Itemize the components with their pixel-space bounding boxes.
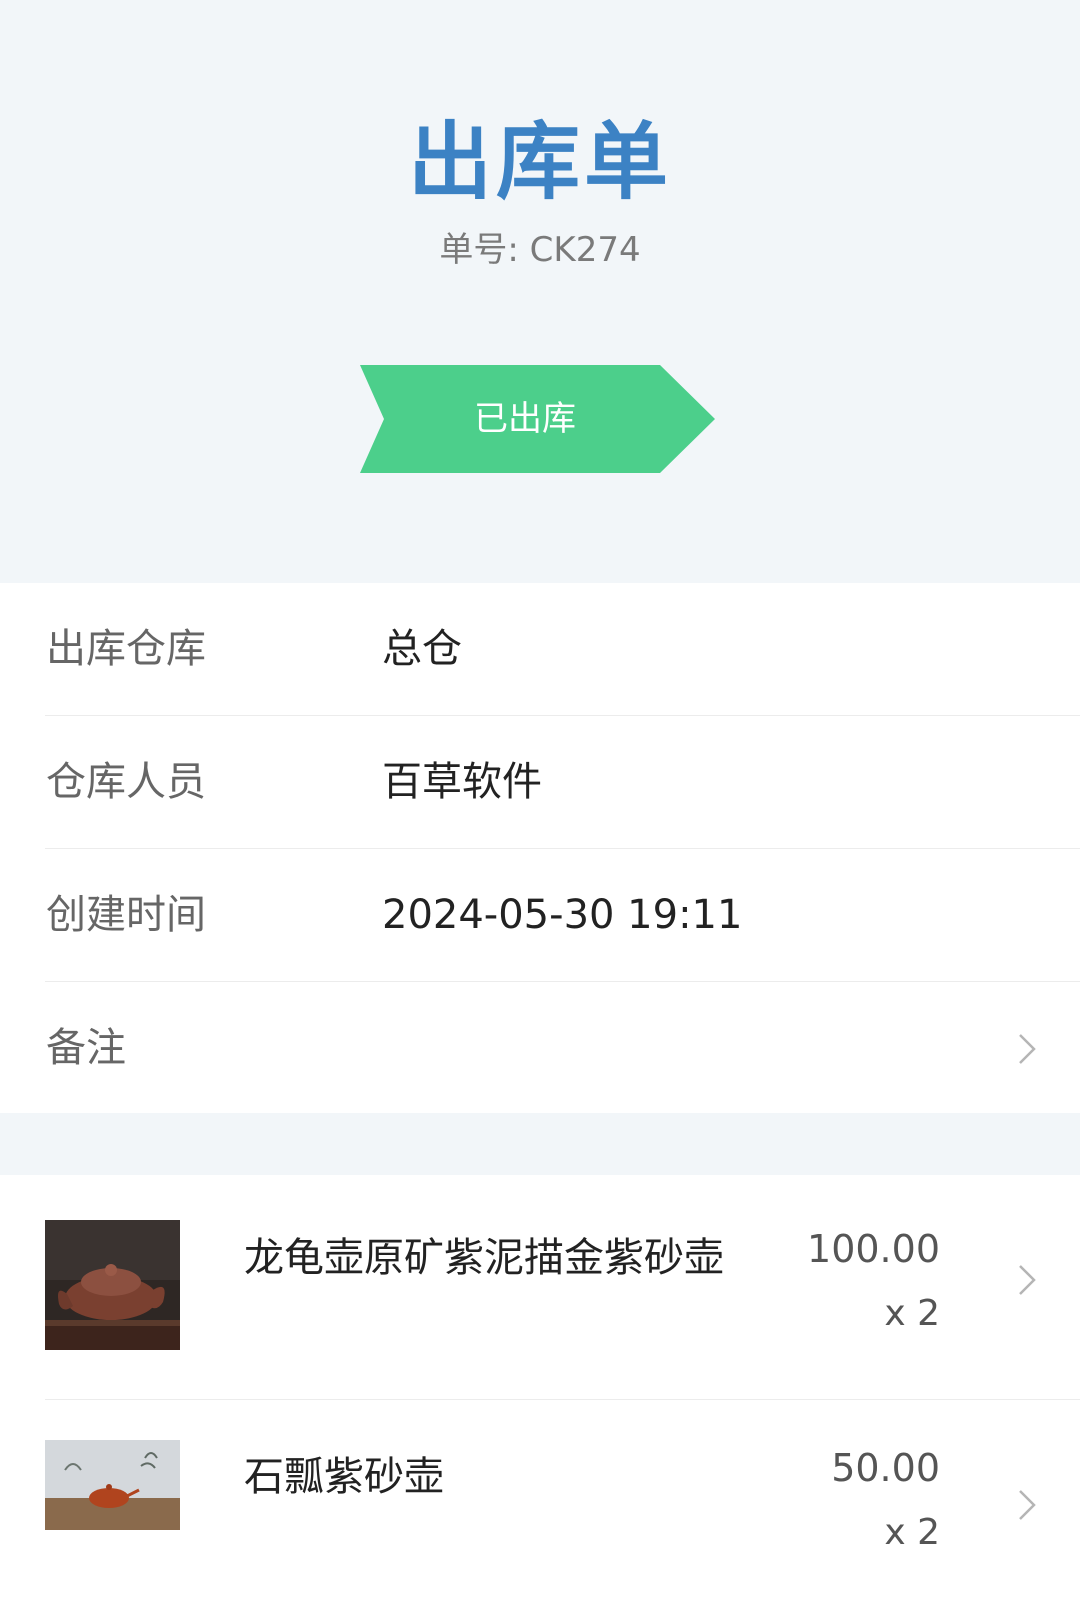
list-item[interactable]: 龙龟壶原矿紫泥描金紫砂壶 100.00 x 2 — [0, 1175, 1080, 1400]
info-row-staff: 仓库人员 百草软件 — [0, 716, 1080, 849]
status-badge: 已出库 — [360, 365, 720, 473]
product-quantity: x 2 — [884, 1512, 940, 1553]
product-quantity: x 2 — [884, 1293, 940, 1334]
status-label: 已出库 — [474, 399, 576, 439]
product-name: 石瓢紫砂壶 — [244, 1454, 444, 1500]
remark-label: 备注 — [46, 1025, 126, 1071]
page-title: 出库单 — [407, 113, 672, 211]
staff-value: 百草软件 — [382, 759, 542, 805]
warehouse-value: 总仓 — [382, 626, 462, 672]
list-item[interactable]: 石瓢紫砂壶 50.00 x 2 — [0, 1400, 1080, 1613]
order-header: 出库单 单号: CK274 已出库 — [0, 0, 1080, 583]
created-time-value: 2024-05-30 19:11 — [382, 892, 743, 938]
chevron-right-icon — [1019, 1490, 1036, 1520]
order-number: 单号: CK274 — [439, 230, 641, 270]
info-row-remark[interactable]: 备注 — [0, 982, 1080, 1115]
warehouse-label: 出库仓库 — [46, 626, 206, 672]
product-thumbnail-dragon-turtle-teapot — [45, 1220, 180, 1350]
product-thumbnail-shipiao-teapot — [45, 1440, 180, 1530]
order-items-card: 龙龟壶原矿紫泥描金紫砂壶 100.00 x 2 石瓢紫砂壶 50.00 x 2 — [0, 1175, 1080, 1613]
created-time-label: 创建时间 — [46, 892, 206, 938]
info-row-warehouse: 出库仓库 总仓 — [0, 583, 1080, 716]
order-info-card: 出库仓库 总仓 仓库人员 百草软件 创建时间 2024-05-30 19:11 … — [0, 583, 1080, 1113]
chevron-right-icon — [1019, 1033, 1036, 1064]
product-price: 50.00 — [831, 1446, 940, 1490]
product-name: 龙龟壶原矿紫泥描金紫砂壶 — [244, 1235, 724, 1281]
chevron-right-icon — [1019, 1265, 1036, 1295]
info-row-created-time: 创建时间 2024-05-30 19:11 — [0, 849, 1080, 982]
product-price: 100.00 — [807, 1227, 940, 1271]
staff-label: 仓库人员 — [46, 759, 206, 805]
outbound-order-page: 出库单 单号: CK274 已出库 出库仓库 总仓 仓库人员 百草软件 创建时间… — [0, 0, 1080, 1613]
